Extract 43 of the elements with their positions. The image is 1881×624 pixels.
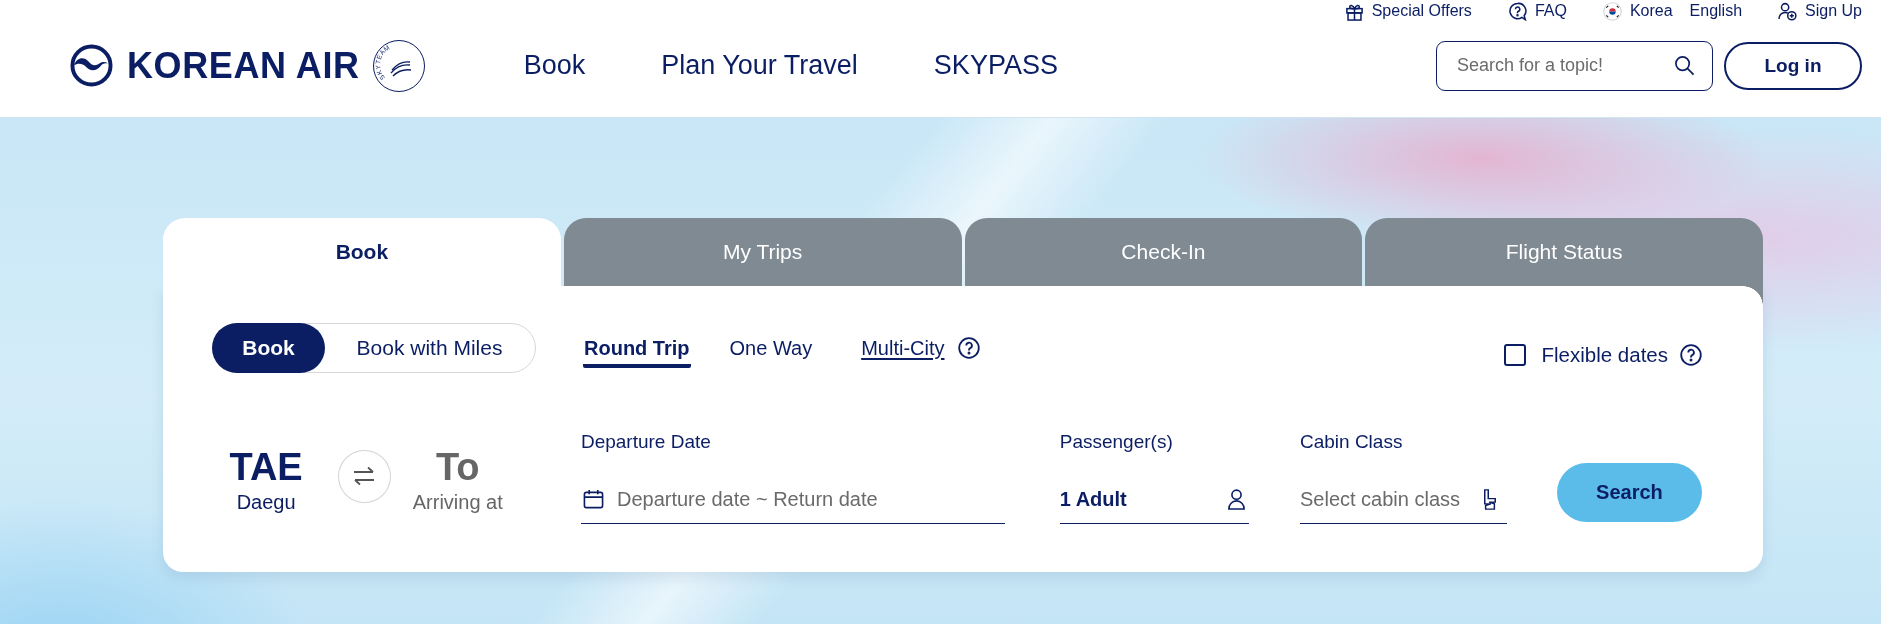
trip-type-tab[interactable]: Round Trip (583, 328, 691, 368)
swap-arrows-icon (352, 466, 377, 486)
swirl-emblem-icon (390, 60, 412, 77)
date-field[interactable]: Departure date ~ Return date (580, 476, 1005, 524)
trip-type-link[interactable]: Multi-City (860, 328, 946, 368)
nav-link[interactable]: Book (523, 50, 586, 81)
help-icon[interactable] (1680, 344, 1702, 366)
calendar-icon (582, 489, 604, 510)
utility-link[interactable]: Korea English (1602, 1, 1743, 21)
utility-link[interactable]: Special Offers (1344, 1, 1472, 21)
field-label: Cabin Class (1299, 431, 1404, 453)
user-add-icon (1778, 1, 1798, 21)
emblem-ring-icon (372, 39, 425, 92)
booking-tab[interactable]: Flight Status (1365, 218, 1763, 286)
utility-link[interactable]: Sign Up (1778, 1, 1862, 21)
search-button[interactable]: Search (1556, 463, 1702, 522)
chat-bubble-icon (1507, 1, 1527, 21)
search-field[interactable]: Search for a topic! (1436, 40, 1713, 91)
cabin-class-field[interactable]: Select cabin class (1299, 476, 1507, 524)
utility-link[interactable]: FAQ (1507, 1, 1567, 21)
swirl-logo-icon[interactable] (70, 44, 113, 87)
search-icon[interactable] (1674, 54, 1695, 76)
mode-option[interactable]: Book with Miles (323, 323, 536, 373)
nav-link[interactable]: Plan Your Travel (661, 50, 858, 81)
login-button[interactable]: Log in (1724, 41, 1862, 90)
checkbox[interactable] (1503, 344, 1526, 366)
swap-button[interactable] (338, 449, 391, 503)
destination-button[interactable]: To Arriving at (403, 444, 512, 514)
mode-option[interactable]: Book (212, 323, 325, 373)
passenger-field[interactable]: 1 Adult (1059, 476, 1249, 524)
booking-tab[interactable]: Book (163, 218, 561, 286)
brand-name: KOREAN AIR (127, 44, 360, 87)
origin-button[interactable]: TAE Daegu (207, 444, 326, 514)
seat-icon (1482, 489, 1497, 510)
nav-link[interactable]: SKYPASS (933, 50, 1058, 81)
checkbox-label[interactable]: Flexible dates (1541, 343, 1668, 367)
help-icon[interactable] (957, 337, 980, 359)
field-label: Passenger(s) (1059, 431, 1174, 453)
booking-tab[interactable]: Check-In (964, 218, 1363, 286)
booking-tab[interactable]: My Trips (563, 218, 962, 286)
trip-type-tab[interactable]: One Way (728, 328, 814, 368)
person-icon (1225, 489, 1247, 510)
field-label: Departure Date (580, 431, 712, 453)
